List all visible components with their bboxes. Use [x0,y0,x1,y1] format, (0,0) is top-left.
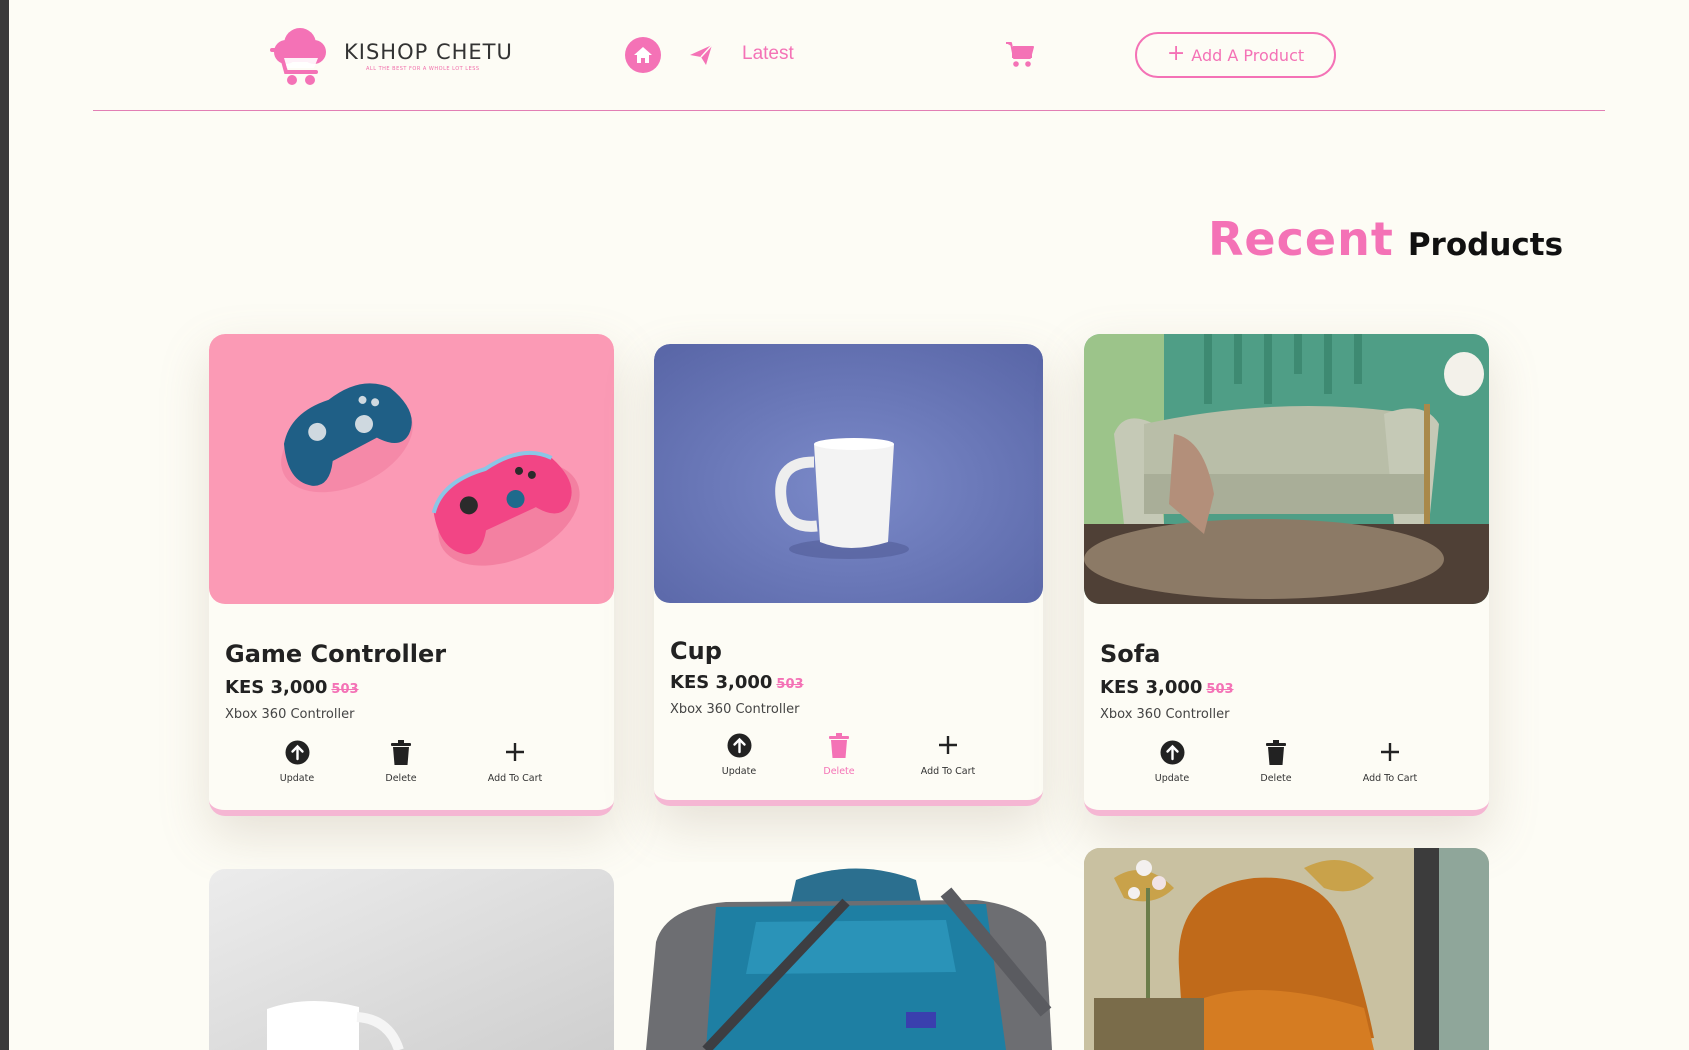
product-old-price: 503 [1206,682,1234,697]
add-to-cart-label: Add To Cart [1362,773,1418,784]
add-to-cart-button[interactable]: Add To Cart [908,732,988,777]
product-price: KES 3,000 503 [1100,677,1234,698]
cart-icon[interactable] [1005,40,1035,68]
arrow-up-circle-icon [284,739,310,765]
cloud-cart-logo-icon [270,28,326,85]
paper-plane-icon[interactable] [688,42,714,68]
product-image[interactable] [209,334,614,604]
add-product-label: Add A Product [1191,45,1305,65]
window-edge [0,0,9,1050]
nav-latest-link[interactable]: Latest [742,43,794,65]
product-price: KES 3,000 503 [670,672,804,693]
delete-label: Delete [385,773,417,784]
delete-label: Delete [1260,773,1292,784]
add-product-button[interactable]: + Add A Product [1135,32,1336,78]
delete-button[interactable]: Delete [361,739,441,784]
product-image[interactable] [1084,334,1489,604]
home-button[interactable] [625,37,661,73]
update-button[interactable]: Update [1132,739,1212,784]
product-image [646,862,1052,1050]
add-to-cart-button[interactable]: Add To Cart [475,739,555,784]
product-current-price: KES 3,000 [1100,677,1203,698]
product-image[interactable] [654,344,1043,603]
brand-logo[interactable]: KISHOP CHETU ALL THE BEST FOR A WHOLE LO… [266,22,513,90]
brand-tagline: ALL THE BEST FOR A WHOLE LOT LESS [366,66,480,72]
brand-name: KISHOP CHETU [344,40,513,64]
product-current-price: KES 3,000 [670,672,773,693]
add-to-cart-label: Add To Cart [920,766,976,777]
header-divider [93,110,1605,111]
product-price: KES 3,000 503 [225,677,359,698]
product-card-game-controller: Game Controller KES 3,000 503 Xbox 360 Co… [209,334,614,816]
trash-icon [388,739,414,765]
product-description: Xbox 360 Controller [225,707,355,722]
delete-button[interactable]: Delete [1236,739,1316,784]
product-current-price: KES 3,000 [225,677,328,698]
update-button[interactable]: Update [257,739,337,784]
add-to-cart-label: Add To Cart [487,773,543,784]
product-card-chair-partial[interactable] [1084,848,1489,1050]
update-label: Update [721,766,757,777]
product-name: Game Controller [225,640,447,668]
section-title-accent: Recent [1208,212,1394,266]
product-actions: Update Delete Add To Cart [209,739,614,789]
product-card-mug-partial[interactable] [209,869,614,1050]
section-title: Recent Products [1208,212,1563,266]
arrow-up-circle-icon [1159,739,1185,765]
delete-label: Delete [823,766,855,777]
arrow-up-circle-icon [726,732,752,758]
product-card-bag-partial[interactable] [646,862,1052,1050]
trash-icon [826,732,852,758]
product-card-cup: Cup KES 3,000 503 Xbox 360 Controller Upd… [654,344,1043,806]
update-label: Update [279,773,315,784]
product-actions: Update Delete Add To Cart [1084,739,1489,789]
update-label: Update [1154,773,1190,784]
product-description: Xbox 360 Controller [1100,707,1230,722]
home-icon [634,47,652,63]
plus-icon [1377,739,1403,765]
product-image [1084,848,1489,1050]
plus-icon [502,739,528,765]
section-title-rest: Products [1407,227,1564,263]
product-actions: Update Delete Add To Cart [654,732,1043,782]
update-button[interactable]: Update [699,732,779,777]
product-name: Cup [670,637,722,665]
product-old-price: 503 [331,682,359,697]
plus-icon [935,732,961,758]
product-card-sofa: Sofa KES 3,000 503 Xbox 360 Controller Up… [1084,334,1489,816]
trash-icon [1263,739,1289,765]
add-to-cart-button[interactable]: Add To Cart [1350,739,1430,784]
product-old-price: 503 [776,677,804,692]
product-image [209,869,614,1050]
product-description: Xbox 360 Controller [670,702,800,717]
product-name: Sofa [1100,640,1161,668]
plus-icon: + [1166,41,1186,66]
delete-button[interactable]: Delete [799,732,879,777]
